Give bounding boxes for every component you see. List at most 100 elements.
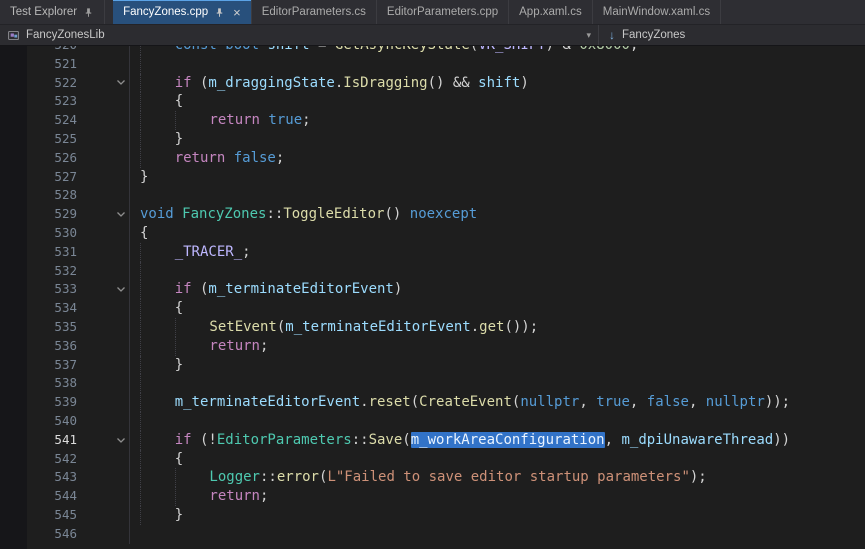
chevron-down-icon[interactable]: ▾	[586, 30, 591, 41]
code-line[interactable]: 533if (m_terminateEditorEvent)	[0, 280, 865, 299]
breakpoint-margin[interactable]	[0, 186, 27, 205]
code-text[interactable]: if (m_terminateEditorEvent)	[129, 280, 865, 299]
breakpoint-margin[interactable]	[0, 318, 27, 337]
code-line[interactable]: 523{	[0, 92, 865, 111]
code-text[interactable]: }	[129, 168, 865, 187]
code-text[interactable]: return;	[129, 487, 865, 506]
code-text[interactable]: return false;	[129, 149, 865, 168]
pin-icon[interactable]	[214, 7, 225, 18]
breakpoint-margin[interactable]	[0, 92, 27, 111]
code-line[interactable]: 528	[0, 186, 865, 205]
tab-mainwindow-xaml-cs[interactable]: MainWindow.xaml.cs	[593, 0, 721, 24]
code-text[interactable]	[129, 525, 865, 544]
fold-chevron-icon[interactable]	[113, 205, 129, 224]
code-text[interactable]	[129, 412, 865, 431]
breakpoint-margin[interactable]	[0, 487, 27, 506]
code-line[interactable]: 532	[0, 262, 865, 281]
breakpoint-margin[interactable]	[0, 299, 27, 318]
code-text[interactable]: return true;	[129, 111, 865, 130]
breakpoint-margin[interactable]	[0, 243, 27, 262]
code-line[interactable]: 542{	[0, 450, 865, 469]
breakpoint-margin[interactable]	[0, 374, 27, 393]
breakpoint-margin[interactable]	[0, 393, 27, 412]
code-text[interactable]	[129, 55, 865, 74]
breakpoint-margin[interactable]	[0, 468, 27, 487]
code-line[interactable]: 545}	[0, 506, 865, 525]
code-text[interactable]: return;	[129, 337, 865, 356]
breakpoint-margin[interactable]	[0, 168, 27, 187]
code-text[interactable]	[129, 374, 865, 393]
code-text[interactable]	[129, 186, 865, 205]
code-line[interactable]: 539m_terminateEditorEvent.reset(CreateEv…	[0, 393, 865, 412]
tab-editorparameters-cs[interactable]: EditorParameters.cs	[252, 0, 377, 24]
code-text[interactable]: Logger::error(L"Failed to save editor st…	[129, 468, 865, 487]
code-text[interactable]: }	[129, 356, 865, 375]
code-text[interactable]: if (m_draggingState.IsDragging() && shif…	[129, 74, 865, 93]
pin-icon[interactable]	[83, 7, 94, 18]
breakpoint-margin[interactable]	[0, 224, 27, 243]
code-text[interactable]: {	[129, 224, 865, 243]
code-line[interactable]: 540	[0, 412, 865, 431]
code-line[interactable]: 534{	[0, 299, 865, 318]
code-line[interactable]: 536return;	[0, 337, 865, 356]
code-text[interactable]: if (!EditorParameters::Save(m_workAreaCo…	[129, 431, 865, 450]
code-line[interactable]: 522if (m_draggingState.IsDragging() && s…	[0, 74, 865, 93]
fold-chevron-icon[interactable]	[113, 280, 129, 299]
breakpoint-margin[interactable]	[0, 262, 27, 281]
code-line[interactable]: 535SetEvent(m_terminateEditorEvent.get()…	[0, 318, 865, 337]
tab-editorparameters-cpp[interactable]: EditorParameters.cpp	[377, 0, 509, 24]
code-line[interactable]: 541if (!EditorParameters::Save(m_workAre…	[0, 431, 865, 450]
breakpoint-margin[interactable]	[0, 130, 27, 149]
code-text[interactable]: }	[129, 506, 865, 525]
code-text[interactable]: SetEvent(m_terminateEditorEvent.get());	[129, 318, 865, 337]
selected-token[interactable]: m_workAreaConfiguration	[411, 432, 605, 448]
code-line[interactable]: 526return false;	[0, 149, 865, 168]
tab-app-xaml-cs[interactable]: App.xaml.cs	[509, 0, 593, 24]
code-text[interactable]: void FancyZones::ToggleEditor() noexcept	[129, 205, 865, 224]
breakpoint-margin[interactable]	[0, 450, 27, 469]
code-line[interactable]: 546	[0, 525, 865, 544]
code-line[interactable]: 537}	[0, 356, 865, 375]
code-line[interactable]: 531_TRACER_;	[0, 243, 865, 262]
breakpoint-margin[interactable]	[0, 337, 27, 356]
code-text[interactable]	[129, 262, 865, 281]
code-line[interactable]: 521	[0, 55, 865, 74]
close-icon[interactable]: ×	[233, 6, 241, 19]
breakpoint-margin[interactable]	[0, 506, 27, 525]
code-line[interactable]: 544return;	[0, 487, 865, 506]
code-text[interactable]: {	[129, 92, 865, 111]
scope-dropdown[interactable]: ↓ FancyZones	[599, 25, 865, 45]
breakpoint-margin[interactable]	[0, 412, 27, 431]
code-text[interactable]: }	[129, 130, 865, 149]
code-editor[interactable]: 520const bool shift = GetAsyncKeyState(V…	[0, 46, 865, 549]
code-line[interactable]: 524return true;	[0, 111, 865, 130]
tab-test-explorer[interactable]: Test Explorer	[0, 0, 105, 24]
breakpoint-margin[interactable]	[0, 111, 27, 130]
code-text[interactable]: {	[129, 450, 865, 469]
fold-chevron-icon[interactable]	[113, 431, 129, 450]
code-line[interactable]: 520const bool shift = GetAsyncKeyState(V…	[0, 46, 865, 55]
breakpoint-margin[interactable]	[0, 280, 27, 299]
code-text[interactable]: m_terminateEditorEvent.reset(CreateEvent…	[129, 393, 865, 412]
breakpoint-margin[interactable]	[0, 525, 27, 544]
code-line[interactable]: 538	[0, 374, 865, 393]
breakpoint-margin[interactable]	[0, 431, 27, 450]
code-line[interactable]: 530{	[0, 224, 865, 243]
code-line[interactable]: 529void FancyZones::ToggleEditor() noexc…	[0, 205, 865, 224]
code-line[interactable]: 525}	[0, 130, 865, 149]
breakpoint-margin[interactable]	[0, 74, 27, 93]
document-tabs: FancyZones.cpp×EditorParameters.csEditor…	[113, 0, 721, 24]
tab-fancyzones-cpp[interactable]: FancyZones.cpp×	[113, 0, 252, 24]
breakpoint-margin[interactable]	[0, 46, 27, 55]
code-text[interactable]: _TRACER_;	[129, 243, 865, 262]
breakpoint-margin[interactable]	[0, 205, 27, 224]
project-dropdown[interactable]: FancyZonesLib ▾	[0, 25, 598, 45]
fold-chevron-icon[interactable]	[113, 74, 129, 93]
breakpoint-margin[interactable]	[0, 149, 27, 168]
code-text[interactable]: {	[129, 299, 865, 318]
code-line[interactable]: 543Logger::error(L"Failed to save editor…	[0, 468, 865, 487]
breakpoint-margin[interactable]	[0, 356, 27, 375]
breakpoint-margin[interactable]	[0, 55, 27, 74]
code-text[interactable]: const bool shift = GetAsyncKeyState(VK_S…	[129, 46, 865, 55]
code-line[interactable]: 527}	[0, 168, 865, 187]
